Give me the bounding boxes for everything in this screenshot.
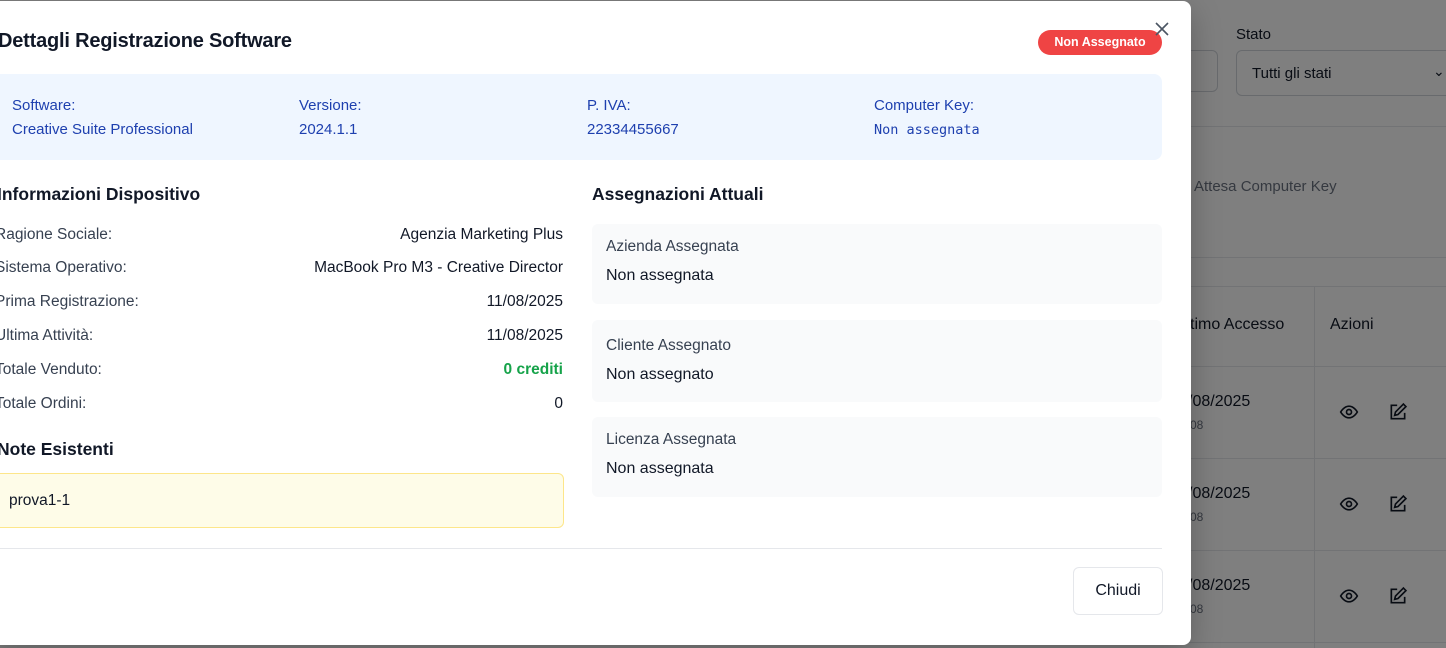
device-row-value: MacBook Pro M3 - Creative Director bbox=[314, 259, 563, 276]
device-row-key: Ultima Attività: bbox=[0, 327, 94, 344]
note-item: prova1-1 bbox=[0, 473, 564, 528]
notes-section-title: Note Esistenti bbox=[0, 439, 114, 459]
version-info: Versione: 2024.1.1 bbox=[299, 97, 362, 139]
device-row-key: Prima Registrazione: bbox=[0, 293, 139, 310]
assignments-section-title: Assegnazioni Attuali bbox=[592, 184, 764, 204]
assigned-license-label: Licenza Assegnata bbox=[606, 431, 737, 448]
assigned-company-label: Azienda Assegnata bbox=[606, 238, 739, 255]
device-row-key: Ragione Sociale: bbox=[0, 226, 113, 243]
footer-divider bbox=[0, 548, 1162, 549]
close-icon[interactable] bbox=[1152, 19, 1172, 39]
device-row-value: 11/08/2025 bbox=[486, 327, 563, 344]
status-badge: Non Assegnato bbox=[1038, 30, 1162, 55]
device-row: Sistema Operativo: MacBook Pro M3 - Crea… bbox=[0, 259, 563, 279]
assigned-license-card: Licenza Assegnata Non assegnata bbox=[592, 417, 1162, 497]
software-info: Software: Creative Suite Professional bbox=[12, 97, 193, 139]
device-row-key: Sistema Operativo: bbox=[0, 259, 127, 276]
version-label: Versione: bbox=[299, 97, 362, 114]
device-row: Totale Ordini: 0 bbox=[0, 395, 563, 415]
modal-title: Dettagli Registrazione Software bbox=[0, 30, 292, 52]
piva-value: 22334455667 bbox=[587, 121, 679, 138]
assigned-company-value: Non assegnata bbox=[606, 267, 714, 284]
device-row-value: 0 bbox=[554, 395, 563, 412]
piva-info: P. IVA: 22334455667 bbox=[587, 97, 679, 139]
version-value: 2024.1.1 bbox=[299, 121, 358, 138]
computer-key-value: Non assegnata bbox=[874, 122, 980, 138]
registration-details-modal: Dettagli Registrazione Software Non Asse… bbox=[0, 1, 1191, 645]
assigned-client-card: Cliente Assegnato Non assegnato bbox=[592, 320, 1162, 402]
device-row: Ragione Sociale: Agenzia Marketing Plus bbox=[0, 226, 563, 246]
computer-key-label: Computer Key: bbox=[874, 97, 975, 114]
assigned-client-label: Cliente Assegnato bbox=[606, 337, 731, 354]
device-row: Totale Venduto: 0 crediti bbox=[0, 361, 563, 381]
device-row-key: Totale Ordini: bbox=[0, 395, 87, 412]
device-row: Prima Registrazione: 11/08/2025 bbox=[0, 293, 563, 313]
close-button[interactable]: Chiudi bbox=[1073, 567, 1163, 615]
assigned-client-value: Non assegnato bbox=[606, 366, 714, 383]
total-sold-value: 0 crediti bbox=[503, 361, 563, 378]
assigned-company-card: Azienda Assegnata Non assegnata bbox=[592, 224, 1162, 304]
device-section-title: Informazioni Dispositivo bbox=[0, 184, 201, 204]
device-row-value: Agenzia Marketing Plus bbox=[400, 226, 563, 243]
device-row: Ultima Attività: 11/08/2025 bbox=[0, 327, 563, 347]
summary-box: Software: Creative Suite Professional Ve… bbox=[0, 74, 1162, 160]
assigned-license-value: Non assegnata bbox=[606, 460, 714, 477]
piva-label: P. IVA: bbox=[587, 97, 631, 114]
software-value: Creative Suite Professional bbox=[12, 121, 193, 138]
device-row-value: 11/08/2025 bbox=[486, 293, 563, 310]
computer-key-info: Computer Key: Non assegnata bbox=[874, 97, 980, 139]
software-label: Software: bbox=[12, 97, 76, 114]
device-row-key: Totale Venduto: bbox=[0, 361, 102, 378]
